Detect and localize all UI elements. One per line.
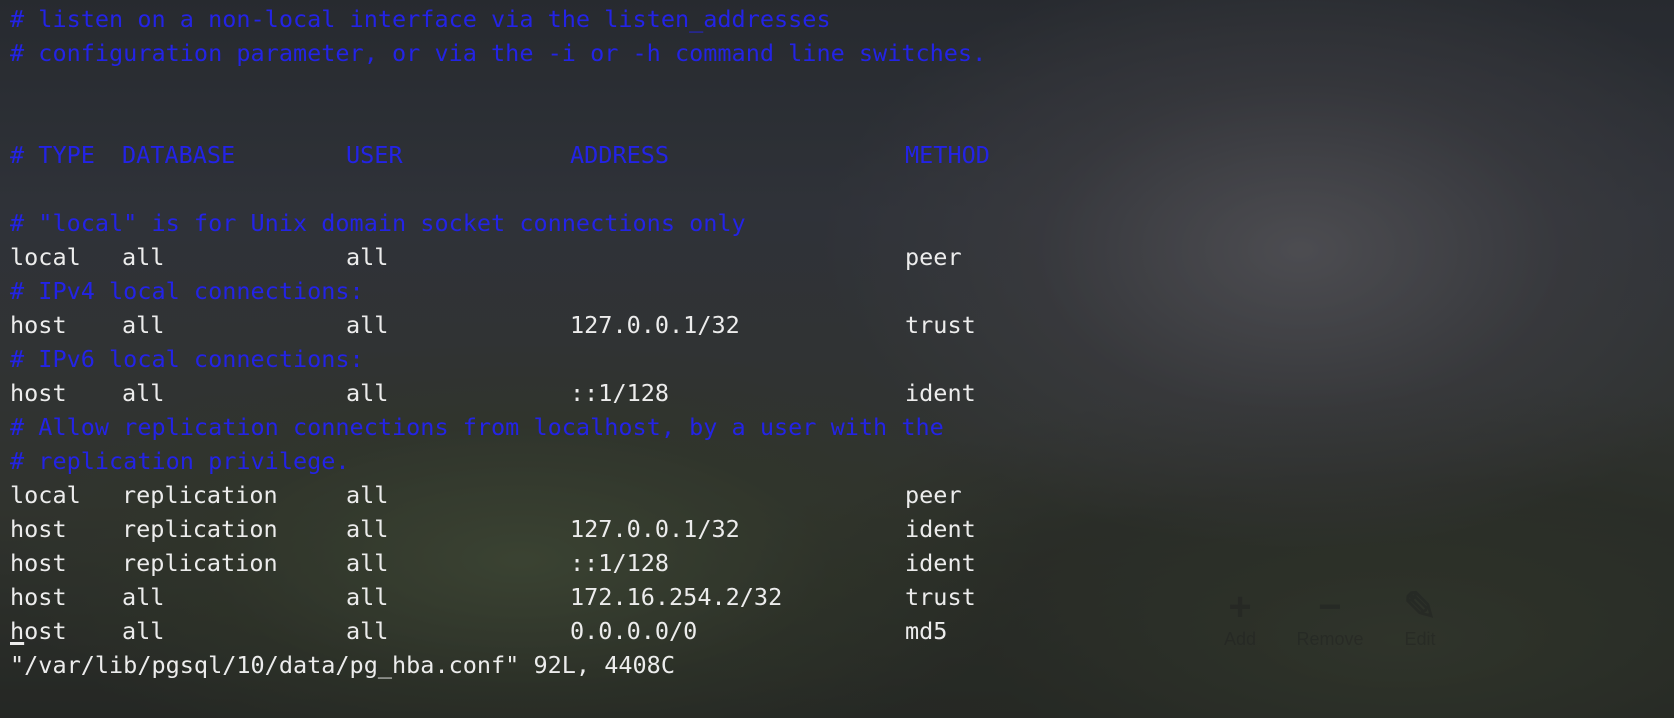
- row-user: all: [346, 481, 389, 509]
- header-address: ADDRESS: [570, 141, 670, 169]
- row-type: host: [10, 549, 67, 577]
- row-user: all: [346, 617, 389, 645]
- row-method: md5: [905, 617, 948, 645]
- column-header-line: # TYPE DATABASE USER ADDRESS METHOD: [10, 138, 1660, 172]
- header-type: # TYPE: [10, 141, 95, 169]
- comment-line: # configuration parameter, or via the -i…: [10, 39, 987, 67]
- comment-line: # Allow replication connections from loc…: [10, 413, 944, 441]
- row-user: all: [346, 549, 389, 577]
- header-method: METHOD: [905, 141, 990, 169]
- row-method: ident: [905, 549, 976, 577]
- vim-status-line: "/var/lib/pgsql/10/data/pg_hba.conf" 92L…: [10, 651, 675, 679]
- hba-row: host all all 127.0.0.1/32 trust: [10, 308, 1660, 342]
- row-user: all: [346, 515, 389, 543]
- hba-row-cursor: host all all 0.0.0.0/0 md5: [10, 614, 1660, 648]
- row-type: host: [10, 583, 67, 611]
- row-method: trust: [905, 583, 976, 611]
- comment-line: # "local" is for Unix domain socket conn…: [10, 209, 746, 237]
- vim-buffer[interactable]: # listen on a non-local interface via th…: [10, 2, 1660, 716]
- row-address: 172.16.254.2/32: [570, 583, 783, 611]
- comment-line: # listen on a non-local interface via th…: [10, 5, 831, 33]
- row-user: all: [346, 379, 389, 407]
- row-database: all: [122, 617, 165, 645]
- header-user: USER: [346, 141, 403, 169]
- row-address: 0.0.0.0/0: [570, 617, 698, 645]
- row-method: ident: [905, 515, 976, 543]
- hba-row: host all all ::1/128 ident: [10, 376, 1660, 410]
- row-type: host: [10, 515, 67, 543]
- row-database: all: [122, 311, 165, 339]
- row-database: replication: [122, 549, 278, 577]
- row-address: ::1/128: [570, 379, 670, 407]
- row-type-rest: ost: [24, 617, 67, 645]
- row-user: all: [346, 311, 389, 339]
- row-method: peer: [905, 243, 962, 271]
- row-database: all: [122, 379, 165, 407]
- hba-row: host all all 172.16.254.2/32 trust: [10, 580, 1660, 614]
- row-type: host: [10, 311, 67, 339]
- comment-line: # replication privilege.: [10, 447, 350, 475]
- row-type: local: [10, 243, 81, 271]
- row-database: all: [122, 583, 165, 611]
- hba-row: local all all peer: [10, 240, 1660, 274]
- row-database: all: [122, 243, 165, 271]
- row-user: all: [346, 583, 389, 611]
- row-user: all: [346, 243, 389, 271]
- row-method: trust: [905, 311, 976, 339]
- row-database: replication: [122, 481, 278, 509]
- hba-row: local replication all peer: [10, 478, 1660, 512]
- row-address: ::1/128: [570, 549, 670, 577]
- comment-line: # IPv6 local connections:: [10, 345, 364, 373]
- row-method: ident: [905, 379, 976, 407]
- row-type: local: [10, 481, 81, 509]
- text-cursor: h: [10, 617, 25, 645]
- hba-row: host replication all ::1/128 ident: [10, 546, 1660, 580]
- header-database: DATABASE: [122, 141, 236, 169]
- hba-row: host replication all 127.0.0.1/32 ident: [10, 512, 1660, 546]
- row-method: peer: [905, 481, 962, 509]
- row-address: 127.0.0.1/32: [570, 515, 740, 543]
- row-database: replication: [122, 515, 278, 543]
- row-type: host: [10, 614, 67, 648]
- comment-line: # IPv4 local connections:: [10, 277, 364, 305]
- row-type: host: [10, 379, 67, 407]
- row-address: 127.0.0.1/32: [570, 311, 740, 339]
